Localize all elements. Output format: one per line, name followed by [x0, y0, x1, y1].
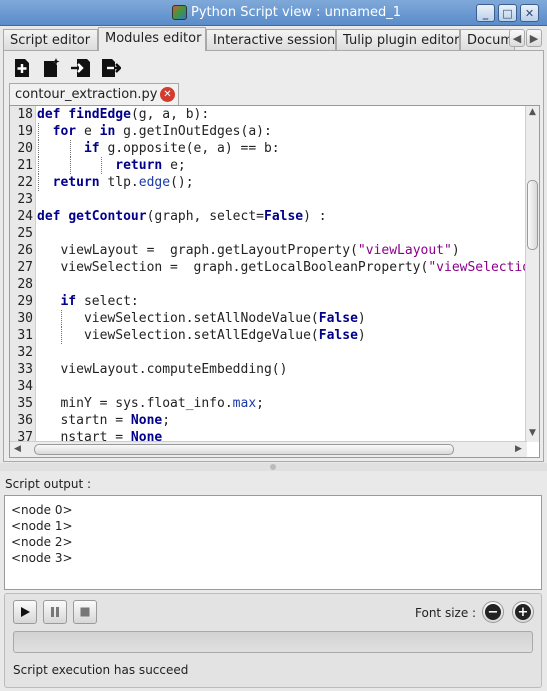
- output-line: <node 0>: [11, 503, 73, 517]
- scroll-left-icon[interactable]: ◀: [14, 444, 21, 454]
- save-module-button[interactable]: [97, 55, 123, 81]
- tulip-app-icon: [172, 5, 187, 20]
- code-line: minY = sys.float_info.max;: [37, 396, 264, 411]
- window-title: Python Script view : unnamed_1: [191, 5, 401, 20]
- vertical-scrollbar-thumb[interactable]: [527, 180, 538, 250]
- line-number-gutter: 18 19 20 21 22 23 24 25 26 27 28 29 30 3…: [10, 106, 36, 445]
- output-line: <node 1>: [11, 519, 73, 533]
- script-output-label: Script output :: [5, 477, 92, 491]
- script-output-area[interactable]: <node 0> <node 1> <node 2> <node 3>: [4, 495, 542, 590]
- output-line: <node 3>: [11, 551, 73, 565]
- code-line: if select:: [60, 294, 139, 309]
- tab-scroll-left-button[interactable]: ◀: [509, 29, 525, 47]
- load-module-icon: [71, 59, 90, 77]
- line-number: 35: [17, 396, 33, 411]
- code-line: return tlp.edge();: [37, 174, 526, 191]
- code-line: viewLayout = graph.getLayoutProperty("vi…: [37, 243, 460, 258]
- file-tab[interactable]: contour_extraction.py ✕: [9, 83, 179, 105]
- load-module-button[interactable]: [68, 55, 94, 81]
- line-number: 31: [17, 328, 33, 343]
- horizontal-scrollbar-thumb[interactable]: [34, 444, 454, 455]
- line-number: 21: [17, 158, 33, 173]
- tab-modules-editor[interactable]: Modules editor: [98, 27, 206, 51]
- execution-status: Script execution has succeed: [13, 663, 189, 677]
- save-module-icon: [102, 59, 121, 77]
- minimize-button[interactable]: _: [476, 4, 495, 22]
- tab-bar: Script editor Modules editor Interactive…: [3, 27, 544, 51]
- horizontal-scrollbar[interactable]: ◀ ▶: [10, 441, 527, 457]
- scroll-up-icon[interactable]: ▲: [529, 107, 536, 117]
- line-number: 30: [17, 311, 33, 326]
- new-file-icon: [44, 58, 60, 77]
- vertical-scrollbar[interactable]: ▲ ▼: [525, 106, 539, 442]
- code-line: for e in g.getInOutEdges(a):: [37, 123, 526, 140]
- tab-script-editor[interactable]: Script editor: [3, 29, 98, 50]
- line-number: 24: [17, 209, 33, 224]
- font-size-label: Font size :: [415, 606, 477, 620]
- line-number: 28: [17, 277, 33, 292]
- line-number: 27: [17, 260, 33, 275]
- new-module-button[interactable]: [9, 55, 35, 81]
- modules-editor-panel: contour_extraction.py ✕ 18 19 20 21 22 2…: [3, 50, 544, 462]
- code-line: if g.opposite(e, a) == b:: [37, 140, 526, 157]
- tab-scroll-right-button[interactable]: ▶: [526, 29, 542, 47]
- tab-interactive-session[interactable]: Interactive session: [206, 29, 336, 50]
- close-window-button[interactable]: ✕: [520, 4, 539, 22]
- play-icon: [21, 607, 30, 617]
- line-number: 32: [17, 345, 33, 360]
- line-number: 34: [17, 379, 33, 394]
- close-file-icon[interactable]: ✕: [160, 87, 175, 102]
- line-number: 23: [17, 192, 33, 207]
- new-module-icon: [15, 59, 29, 77]
- tab-documentation[interactable]: Docum: [460, 29, 515, 50]
- pause-script-button[interactable]: [43, 600, 67, 624]
- code-line: viewSelection = graph.getLocalBooleanPro…: [37, 260, 526, 275]
- code-line: def getContour(graph, select=False) :: [37, 209, 327, 224]
- stop-icon: [80, 607, 90, 617]
- code-line: startn = None;: [37, 413, 171, 428]
- line-number: 25: [17, 226, 33, 241]
- code-editor[interactable]: 18 19 20 21 22 23 24 25 26 27 28 29 30 3…: [9, 105, 540, 458]
- line-number: 36: [17, 413, 33, 428]
- execution-controls-panel: Font size : − + Script execution has suc…: [4, 593, 542, 688]
- code-line: viewSelection.setAllEdgeValue(False): [37, 327, 366, 344]
- code-line: viewSelection.setAllNodeValue(False): [37, 310, 366, 327]
- pause-icon: [51, 607, 59, 617]
- code-line: return e;: [37, 157, 526, 174]
- code-line: viewLayout.computeEmbedding(): [37, 362, 288, 377]
- stop-script-button[interactable]: [73, 600, 97, 624]
- plus-icon: +: [515, 604, 531, 620]
- line-number: 20: [17, 141, 33, 156]
- tab-tulip-plugin-editor[interactable]: Tulip plugin editor: [336, 29, 460, 50]
- title-bar: Python Script view : unnamed_1 _ □ ✕: [0, 0, 547, 26]
- line-number: 18: [17, 107, 33, 122]
- new-file-button[interactable]: [38, 55, 64, 81]
- line-number: 19: [17, 124, 33, 139]
- splitter-handle[interactable]: [0, 463, 547, 471]
- increase-font-button[interactable]: +: [512, 601, 534, 623]
- code-line: def findEdge(g, a, b):: [37, 107, 210, 122]
- code-area[interactable]: def findEdge(g, a, b): for e in g.getInO…: [37, 106, 526, 442]
- line-number: 26: [17, 243, 33, 258]
- line-number: 29: [17, 294, 33, 309]
- file-tab-label: contour_extraction.py: [15, 87, 158, 102]
- output-line: <node 2>: [11, 535, 73, 549]
- line-number: 22: [17, 175, 33, 190]
- maximize-button[interactable]: □: [498, 4, 517, 22]
- minus-icon: −: [485, 604, 501, 620]
- scroll-right-icon[interactable]: ▶: [515, 444, 522, 454]
- scroll-down-icon[interactable]: ▼: [529, 428, 536, 438]
- run-script-button[interactable]: [13, 600, 37, 624]
- decrease-font-button[interactable]: −: [482, 601, 504, 623]
- execution-progress-bar: [13, 631, 533, 653]
- line-number: 33: [17, 362, 33, 377]
